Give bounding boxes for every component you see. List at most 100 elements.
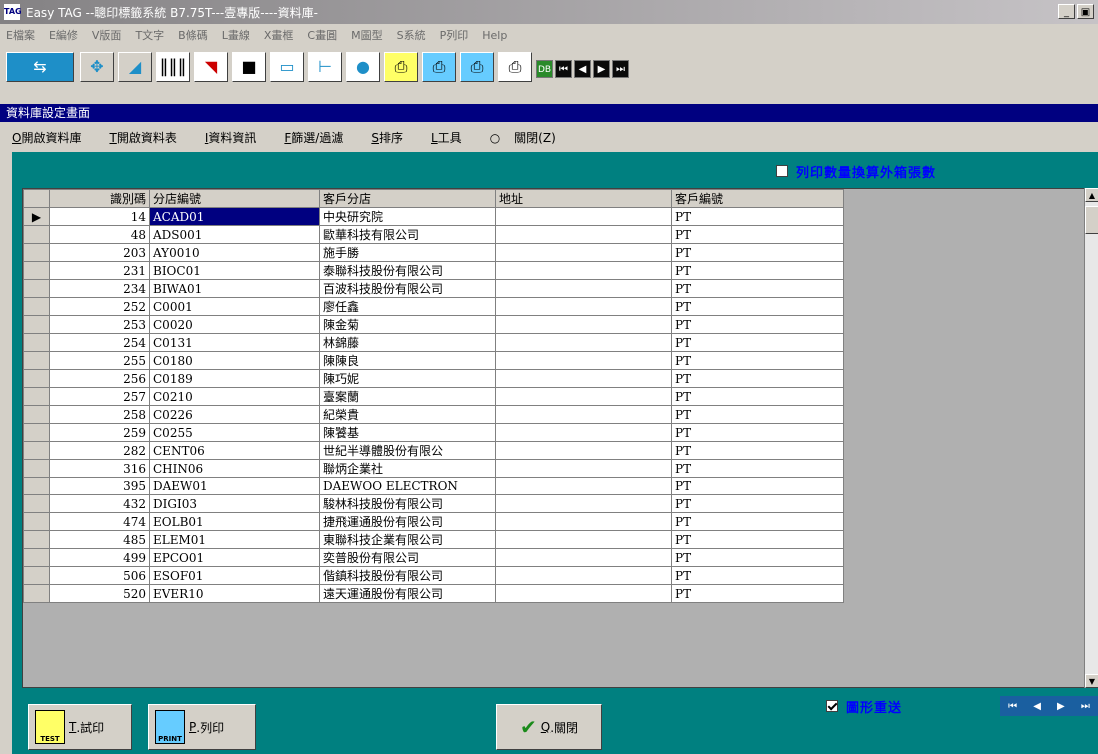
cell-id[interactable]: 520 [49,584,150,603]
menu-view[interactable]: V版面 [92,27,122,43]
cell-store-name[interactable]: 陳饕基 [319,423,496,442]
first-record-icon[interactable]: ⏮ [555,60,572,78]
cell-store-name[interactable]: DAEWOO ELECTRON [319,477,496,495]
cell-address[interactable] [495,315,672,334]
row-selector[interactable] [23,297,50,316]
cell-address[interactable] [495,351,672,370]
column-header-store-code[interactable]: 分店編號 [149,189,320,208]
cell-store-name[interactable]: 偕鎮科技股份有限公司 [319,566,496,585]
row-selector[interactable] [23,512,50,531]
cell-address[interactable] [495,423,672,442]
submenu-data-info[interactable]: I資料資訊 [205,129,271,146]
cell-store-name[interactable]: 捷飛運通股份有限公司 [319,512,496,531]
table-row[interactable]: 259 C0255 陳饕基 PT [23,423,844,442]
table-row[interactable]: 253 C0020 陳金菊 PT [23,315,844,334]
cell-id[interactable]: 282 [49,441,150,460]
submenu-sort[interactable]: S排序 [371,129,417,146]
cell-store-code[interactable]: EPCO01 [149,548,320,567]
line-button[interactable]: ⊢ [308,52,342,82]
row-selector[interactable] [23,333,50,352]
nav-prev-icon[interactable]: ◀ [1033,701,1041,712]
cell-store-code[interactable]: EOLB01 [149,512,320,531]
cell-store-code[interactable]: C0210 [149,387,320,406]
row-selector[interactable] [23,315,50,334]
cell-customer-code[interactable]: PT [671,225,844,244]
cell-address[interactable] [495,405,672,424]
scroll-thumb[interactable] [1085,206,1098,234]
close-action-button[interactable]: ✔ Q .關閉 [496,704,602,750]
menu-edit[interactable]: E編修 [49,27,78,43]
menu-print[interactable]: P列印 [440,27,469,43]
print-action-button[interactable]: PRINT P .列印 [148,704,256,750]
cell-store-code[interactable]: ADS001 [149,225,320,244]
cell-id[interactable]: 252 [49,297,150,316]
menu-graphic[interactable]: M圖型 [351,27,383,43]
cell-store-code[interactable]: C0131 [149,333,320,352]
scroll-up-icon[interactable]: ▲ [1085,188,1098,202]
cell-id[interactable]: 253 [49,315,150,334]
cell-address[interactable] [495,333,672,352]
cell-store-name[interactable]: 中央研究院 [319,207,496,226]
cell-customer-code[interactable]: PT [671,477,844,495]
cell-customer-code[interactable]: PT [671,441,844,460]
cell-store-code[interactable]: ESOF01 [149,566,320,585]
cell-address[interactable] [495,261,672,280]
cell-id[interactable]: 203 [49,243,150,262]
set-button[interactable]: ⎙ [460,52,494,82]
cell-id[interactable]: 499 [49,548,150,567]
row-selector[interactable] [23,225,50,244]
table-row[interactable]: 499 EPCO01 奕普股份有限公司 PT [23,548,844,567]
table-row[interactable]: 432 DIGI03 駿林科技股份有限公司 PT [23,494,844,513]
cell-id[interactable]: 485 [49,530,150,549]
cell-customer-code[interactable]: PT [671,584,844,603]
cell-address[interactable] [495,512,672,531]
cell-store-name[interactable]: 林錦藤 [319,333,496,352]
table-row[interactable]: 257 C0210 臺案蘭 PT [23,387,844,406]
submenu-filter[interactable]: F篩選/過濾 [284,129,357,146]
table-row[interactable]: ▶ 14 ACAD01 中央研究院 PT [23,207,844,226]
row-selector[interactable] [23,279,50,298]
row-selector[interactable] [23,369,50,388]
cell-address[interactable] [495,459,672,478]
test-print-button[interactable]: ⎙ [384,52,418,82]
cell-id[interactable]: 48 [49,225,150,244]
cell-store-name[interactable]: 聯炳企業社 [319,459,496,478]
cell-customer-code[interactable]: PT [671,566,844,585]
table-row[interactable]: 255 C0180 陳陳良 PT [23,351,844,370]
nav-next-icon[interactable]: ▶ [1057,701,1065,712]
cell-address[interactable] [495,387,672,406]
table-row[interactable]: 231 BIOC01 泰聯科技股份有限公司 PT [23,261,844,280]
table-row[interactable]: 485 ELEM01 東聯科技企業有限公司 PT [23,530,844,549]
cell-id[interactable]: 316 [49,459,150,478]
cell-store-name[interactable]: 奕普股份有限公司 [319,548,496,567]
cell-id[interactable]: 234 [49,279,150,298]
cell-customer-code[interactable]: PT [671,512,844,531]
resend-graphics-checkbox[interactable] [826,700,838,712]
row-selector[interactable] [23,494,50,513]
cell-address[interactable] [495,477,672,495]
row-selector[interactable] [23,566,50,585]
cell-customer-code[interactable]: PT [671,261,844,280]
cell-store-code[interactable]: DIGI03 [149,494,320,513]
cell-address[interactable] [495,207,672,226]
scroll-down-icon[interactable]: ▼ [1085,674,1098,688]
cell-store-code[interactable]: C0189 [149,369,320,388]
barcode-button[interactable]: ‖‖‖ [156,52,190,82]
next-record-icon[interactable]: ▶ [593,60,610,78]
cell-store-name[interactable]: 陳陳良 [319,351,496,370]
cell-id[interactable]: 255 [49,351,150,370]
resend-graphics-option[interactable]: 圖形重送 [826,696,902,716]
table-row[interactable]: 234 BIWA01 百波科技股份有限公司 PT [23,279,844,298]
menu-barcode[interactable]: B條碼 [178,27,208,43]
cell-address[interactable] [495,530,672,549]
nav-first-icon[interactable]: ⏮ [1008,701,1017,712]
row-selector[interactable] [23,548,50,567]
cell-address[interactable] [495,548,672,567]
cell-customer-code[interactable]: PT [671,387,844,406]
row-selector[interactable] [23,243,50,262]
open-save-button[interactable]: ⇆ [6,52,74,82]
row-selector[interactable] [23,405,50,424]
test-print-action-button[interactable]: TEST T .試印 [28,704,132,750]
row-selector[interactable] [23,459,50,478]
submenu-open-database[interactable]: O開啟資料庫 [12,129,95,146]
